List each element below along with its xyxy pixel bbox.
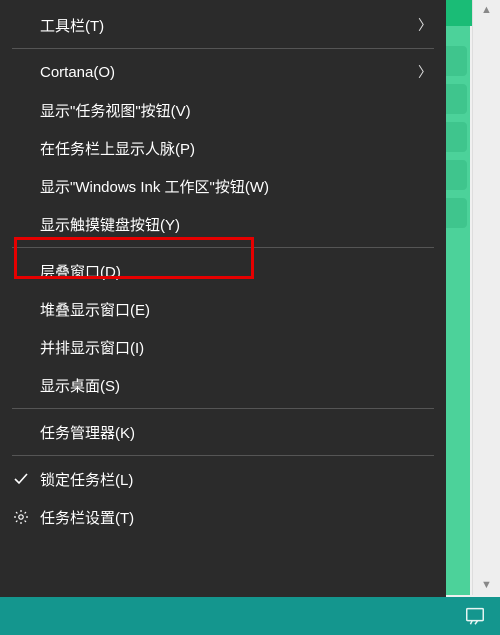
menu-item-label: 显示"任务视图"按钮(V) <box>40 100 191 121</box>
chevron-right-icon: 〉 <box>418 15 432 35</box>
menu-item-label: 显示桌面(S) <box>40 375 120 396</box>
menu-item-taskbar-settings[interactable]: 任务栏设置(T) <box>0 498 446 536</box>
menu-item-toolbars[interactable]: 工具栏(T) 〉 <box>0 6 446 44</box>
menu-item-label: 工具栏(T) <box>40 15 104 36</box>
menu-separator <box>12 247 434 248</box>
menu-item-side-by-side-windows[interactable]: 并排显示窗口(I) <box>0 328 446 366</box>
menu-item-label: 锁定任务栏(L) <box>40 469 133 490</box>
taskbar-context-menu: 工具栏(T) 〉 Cortana(O) 〉 显示"任务视图"按钮(V) 在任务栏… <box>0 0 446 603</box>
menu-item-label: 显示触摸键盘按钮(Y) <box>40 214 180 235</box>
menu-item-show-task-view[interactable]: 显示"任务视图"按钮(V) <box>0 91 446 129</box>
menu-item-show-touch-keyboard[interactable]: 显示触摸键盘按钮(Y) <box>0 205 446 243</box>
menu-item-label: 堆叠显示窗口(E) <box>40 299 150 320</box>
menu-item-label: 在任务栏上显示人脉(P) <box>40 138 195 159</box>
menu-item-label: 任务管理器(K) <box>40 422 135 443</box>
menu-item-lock-taskbar[interactable]: 锁定任务栏(L) <box>0 460 446 498</box>
gear-icon <box>12 508 30 526</box>
menu-item-stacked-windows[interactable]: 堆叠显示窗口(E) <box>0 290 446 328</box>
menu-item-cascade-windows[interactable]: 层叠窗口(D) <box>0 252 446 290</box>
menu-item-label: Cortana(O) <box>40 64 115 81</box>
menu-item-label: 任务栏设置(T) <box>40 507 134 528</box>
menu-separator <box>12 408 434 409</box>
menu-item-cortana[interactable]: Cortana(O) 〉 <box>0 53 446 91</box>
windows-taskbar[interactable] <box>0 597 500 635</box>
menu-separator <box>12 48 434 49</box>
scroll-down-arrow-icon[interactable]: ▼ <box>473 575 500 595</box>
scroll-up-arrow-icon[interactable]: ▲ <box>473 0 500 20</box>
menu-item-label: 显示"Windows Ink 工作区"按钮(W) <box>40 176 269 197</box>
menu-item-label: 并排显示窗口(I) <box>40 337 144 358</box>
checkmark-icon <box>12 470 30 488</box>
menu-item-show-ink-workspace[interactable]: 显示"Windows Ink 工作区"按钮(W) <box>0 167 446 205</box>
vertical-scrollbar[interactable]: ▲ ▼ <box>472 0 500 595</box>
menu-item-label: 层叠窗口(D) <box>40 261 121 282</box>
menu-separator <box>12 455 434 456</box>
chevron-right-icon: 〉 <box>418 62 432 82</box>
action-center-icon[interactable] <box>464 605 486 627</box>
menu-item-task-manager[interactable]: 任务管理器(K) <box>0 413 446 451</box>
menu-item-show-desktop[interactable]: 显示桌面(S) <box>0 366 446 404</box>
menu-item-show-people[interactable]: 在任务栏上显示人脉(P) <box>0 129 446 167</box>
